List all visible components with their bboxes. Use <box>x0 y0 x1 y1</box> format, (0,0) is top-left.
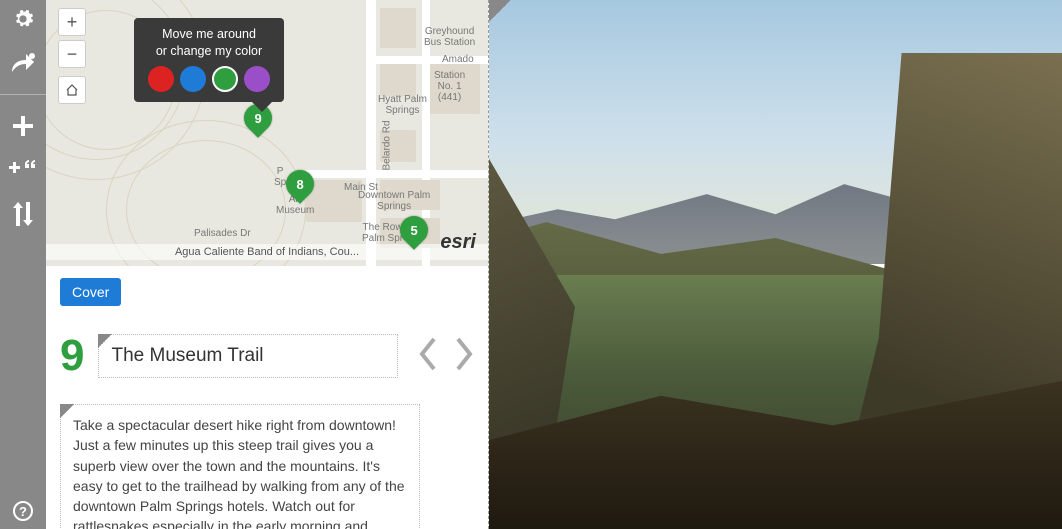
map-label: The RowPalm Spr <box>362 222 403 244</box>
pin-icon: 5 <box>394 210 434 250</box>
map-label: Amado <box>442 54 474 65</box>
share-tool[interactable] <box>8 50 38 76</box>
map-label: Palisades Dr <box>194 228 251 239</box>
esri-logo: esri <box>440 231 476 254</box>
help-button[interactable]: ? <box>13 501 33 521</box>
organize-tool[interactable] <box>8 201 38 227</box>
marker-number: 5 <box>410 223 417 238</box>
map-label: Main St <box>344 182 378 193</box>
map-marker-5[interactable]: 5 <box>400 216 428 254</box>
plus-icon <box>13 116 33 136</box>
edit-corner-icon <box>489 0 511 22</box>
description-text: Take a spectacular desert hike right fro… <box>73 417 405 529</box>
popup-text-2: or change my color <box>148 43 270 60</box>
featured-photo <box>489 0 1062 529</box>
map-label: Hyatt PalmSprings <box>378 94 427 116</box>
left-toolbar: ? <box>0 0 46 529</box>
media-pane[interactable] <box>488 0 1062 529</box>
story-pane: GreyhoundBus Station Amado StationNo. 1(44… <box>46 0 488 529</box>
color-swatches <box>148 66 270 92</box>
next-point-button[interactable] <box>454 337 474 376</box>
add-tool[interactable] <box>8 113 38 139</box>
home-extent-button[interactable] <box>58 76 86 104</box>
marker-number: 9 <box>254 111 261 126</box>
sort-arrows-icon <box>13 202 33 226</box>
gear-icon <box>12 8 34 30</box>
map-label: StationNo. 1(441) <box>434 70 465 103</box>
edit-corner-icon <box>60 404 74 418</box>
edit-corner-icon <box>98 334 112 348</box>
map-marker-8[interactable]: 8 <box>286 170 314 208</box>
zoom-in-button[interactable]: + <box>58 8 86 36</box>
zoom-out-button[interactable]: − <box>58 40 86 68</box>
map-label: GreyhoundBus Station <box>424 26 475 48</box>
zoom-controls: + − <box>58 8 86 104</box>
map-label: Belardo Rd <box>382 120 393 170</box>
title-input[interactable]: The Museum Trail <box>98 334 398 378</box>
color-swatch[interactable] <box>148 66 174 92</box>
share-arrow-icon <box>10 52 36 74</box>
description-input[interactable]: Take a spectacular desert hike right fro… <box>60 404 420 529</box>
color-swatch[interactable] <box>180 66 206 92</box>
popup-text-1: Move me around <box>148 26 270 43</box>
map-label: PSp <box>274 166 286 188</box>
toolbar-divider <box>0 94 46 95</box>
map-label: Downtown PalmSprings <box>358 190 430 212</box>
map[interactable]: GreyhoundBus Station Amado StationNo. 1(44… <box>46 0 488 266</box>
story-body: Cover 9 The Museum Trail Take a spectacu… <box>46 266 488 529</box>
chevron-left-icon <box>418 337 438 371</box>
plus-quote-icon <box>9 160 37 180</box>
home-icon <box>65 83 79 97</box>
add-quote-tool[interactable] <box>8 157 38 183</box>
title-text: The Museum Trail <box>111 345 263 366</box>
point-number: 9 <box>60 334 84 378</box>
chevron-right-icon <box>454 337 474 371</box>
color-swatch[interactable] <box>212 66 238 92</box>
color-swatch[interactable] <box>244 66 270 92</box>
settings-tool[interactable] <box>8 6 38 32</box>
cover-button[interactable]: Cover <box>60 278 121 306</box>
prev-point-button[interactable] <box>418 337 438 376</box>
marker-popup: Move me around or change my color <box>134 18 284 102</box>
pin-icon: 8 <box>280 164 320 204</box>
marker-number: 8 <box>296 177 303 192</box>
